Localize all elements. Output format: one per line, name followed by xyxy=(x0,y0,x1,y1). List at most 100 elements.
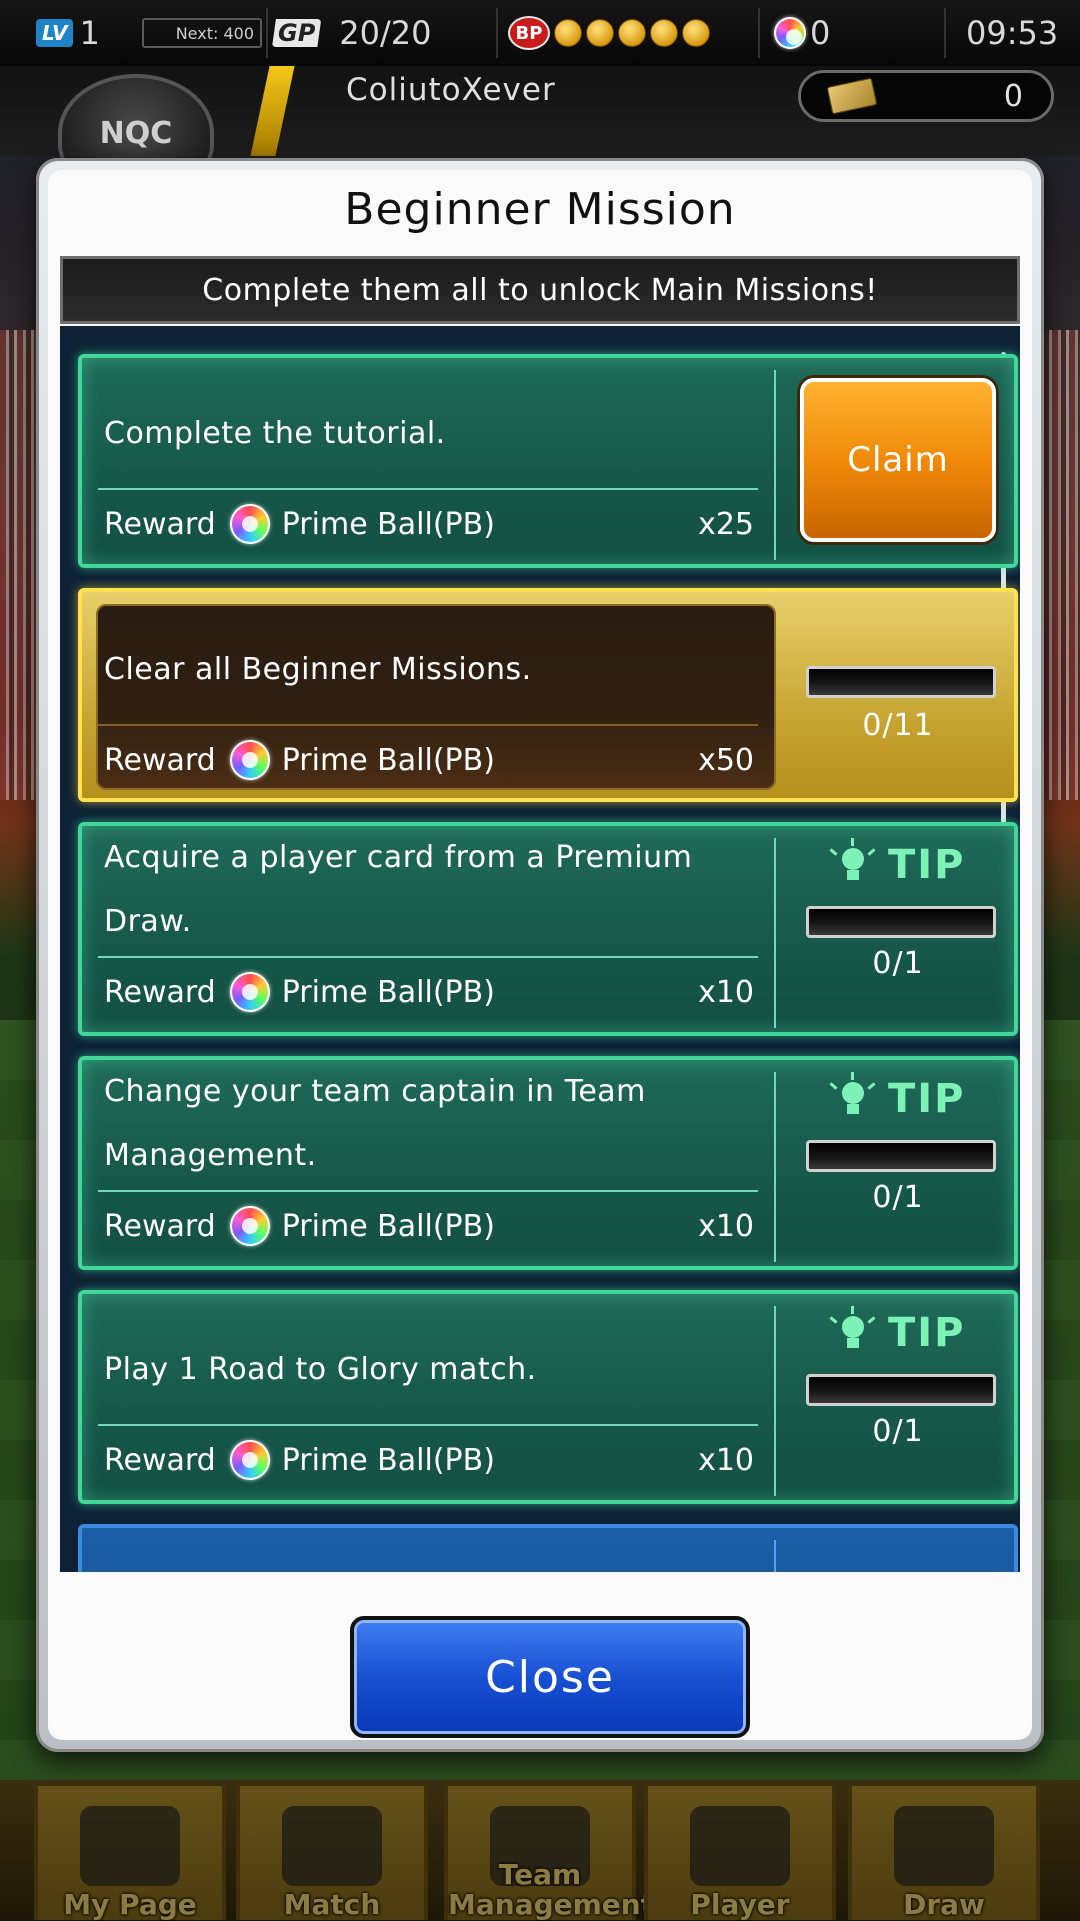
bp-coin-icon xyxy=(682,19,710,47)
reward-quantity: x10 xyxy=(698,1208,754,1244)
tip-label: TIP xyxy=(888,842,966,888)
bp-coin-icon xyxy=(554,19,582,47)
reward-row: Reward Prime Ball(PB) x10 xyxy=(104,1432,754,1488)
progress-bar xyxy=(806,666,996,698)
prime-ball-icon xyxy=(774,17,806,49)
nav-player[interactable]: Player xyxy=(644,1786,836,1920)
level-indicator: LV 1 xyxy=(36,0,100,66)
progress-bar xyxy=(806,906,996,938)
beginner-mission-dialog: Beginner Mission Complete them all to un… xyxy=(36,158,1044,1752)
ticket-counter[interactable]: 0 xyxy=(798,70,1054,122)
username: ColiutoXever xyxy=(346,72,556,108)
reward-item: Prime Ball(PB) xyxy=(281,974,495,1010)
clock: 09:53 xyxy=(966,0,1058,66)
divider xyxy=(774,1072,776,1262)
tip-label: TIP xyxy=(888,1076,966,1122)
divider xyxy=(496,8,498,58)
mission-card: Acquire a player card from a Premium Dra… xyxy=(78,822,1018,1036)
prime-ball-icon xyxy=(229,1440,270,1480)
stadium-icon xyxy=(282,1806,382,1886)
reward-row: Reward Prime Ball(PB) x10 xyxy=(104,964,754,1020)
bp-coin-icon xyxy=(586,19,614,47)
nav-label: Draw xyxy=(903,1888,985,1921)
mission-card: Play 1 Road to Glory match. Reward Prime… xyxy=(78,1290,1018,1504)
ticket-icon xyxy=(826,77,878,115)
nav-my-page[interactable]: My Page xyxy=(34,1786,226,1920)
mission-text-area: Change your team captain in Team Managem… xyxy=(98,1072,766,1254)
bp-indicator: BP xyxy=(508,0,714,66)
mission-list[interactable]: Complete the tutorial. Reward Prime Ball… xyxy=(60,326,1020,1572)
dialog-body: Beginner Mission Complete them all to un… xyxy=(48,170,1032,1740)
divider xyxy=(98,1190,758,1192)
cards-icon xyxy=(894,1806,994,1886)
reward-item: Prime Ball(PB) xyxy=(281,742,495,778)
bp-coin-icon xyxy=(618,19,646,47)
mission-description: Clear all Beginner Missions. xyxy=(104,652,532,687)
ticket-count: 0 xyxy=(1003,78,1023,114)
tip-button[interactable]: TIP xyxy=(829,1306,966,1356)
divider xyxy=(758,8,760,58)
reward-quantity: x50 xyxy=(698,742,754,778)
progress-bar xyxy=(806,1140,996,1172)
close-button-label: Close xyxy=(485,1651,615,1703)
bottom-navigation: My Page Match Team Management Player Dra… xyxy=(0,1780,1080,1920)
next-exp-label: Next: 400 xyxy=(142,18,262,48)
reward-label: Reward xyxy=(104,1442,216,1478)
divider xyxy=(266,8,268,58)
mission-description: Complete the tutorial. xyxy=(104,416,446,451)
nav-match[interactable]: Match xyxy=(236,1786,428,1920)
mission-text-area: Play 1 Road to Glory match. Reward Prime… xyxy=(98,1306,766,1488)
shield-icon xyxy=(80,1806,180,1886)
progress-count: 0/1 xyxy=(872,1180,924,1215)
reward-item: Prime Ball(PB) xyxy=(281,506,495,542)
prime-ball-icon xyxy=(229,504,270,544)
gp-indicator: GP 20/20 xyxy=(272,0,432,66)
mission-card-partial xyxy=(78,1524,1018,1572)
mission-description: Acquire a player card from a Premium Dra… xyxy=(104,840,693,939)
tip-button[interactable]: TIP xyxy=(829,1072,966,1122)
claim-button[interactable]: Claim xyxy=(800,378,996,542)
reward-label: Reward xyxy=(104,1208,216,1244)
lightbulb-icon xyxy=(829,1306,876,1356)
divider xyxy=(98,724,758,726)
nav-label: Match xyxy=(283,1888,381,1921)
tip-button[interactable]: TIP xyxy=(829,838,966,888)
bp-coins xyxy=(554,19,714,47)
prime-ball-icon xyxy=(229,1206,270,1246)
dialog-subtitle-text: Complete them all to unlock Main Mission… xyxy=(202,272,878,308)
divider xyxy=(98,1424,758,1426)
status-bar: LV 1 Next: 400 GP 20/20 BP 0 09:53 xyxy=(0,0,1080,68)
nav-label: My Page xyxy=(63,1888,197,1921)
dialog-title: Beginner Mission xyxy=(344,184,736,235)
mission-progress-area: TIP 0/1 xyxy=(782,1060,1014,1266)
nav-label: Player xyxy=(690,1888,790,1921)
divider xyxy=(774,1540,776,1572)
bp-icon: BP xyxy=(508,16,550,50)
lightbulb-icon xyxy=(829,1072,876,1122)
mission-card: Complete the tutorial. Reward Prime Ball… xyxy=(78,354,1018,568)
prime-ball-icon xyxy=(229,740,270,780)
mission-progress-area: TIP 0/1 xyxy=(782,826,1014,1032)
bp-coin-icon xyxy=(650,19,678,47)
reward-item: Prime Ball(PB) xyxy=(281,1208,495,1244)
divider xyxy=(98,956,758,958)
mission-description: Play 1 Road to Glory match. xyxy=(104,1352,537,1387)
divider xyxy=(98,488,758,490)
prime-ball-count: 0 xyxy=(810,14,831,52)
lightbulb-icon xyxy=(829,838,876,888)
progress-count: 0/1 xyxy=(872,1414,924,1449)
tip-label: TIP xyxy=(888,1310,966,1356)
divider xyxy=(774,1306,776,1496)
dialog-subtitle: Complete them all to unlock Main Mission… xyxy=(60,256,1020,324)
reward-label: Reward xyxy=(104,742,216,778)
mission-text-area: Acquire a player card from a Premium Dra… xyxy=(98,838,766,1020)
nav-team-management[interactable]: Team Management xyxy=(444,1786,654,1920)
mission-card: Change your team captain in Team Managem… xyxy=(78,1056,1018,1270)
nav-draw[interactable]: Draw xyxy=(848,1786,1040,1920)
club-emblem-text: NQC xyxy=(99,115,173,151)
close-button[interactable]: Close xyxy=(350,1616,750,1738)
reward-row: Reward Prime Ball(PB) x10 xyxy=(104,1198,754,1254)
reward-quantity: x10 xyxy=(698,1442,754,1478)
mission-text-area: Clear all Beginner Missions. Reward Prim… xyxy=(96,604,776,790)
clock-time: 09:53 xyxy=(966,14,1059,52)
